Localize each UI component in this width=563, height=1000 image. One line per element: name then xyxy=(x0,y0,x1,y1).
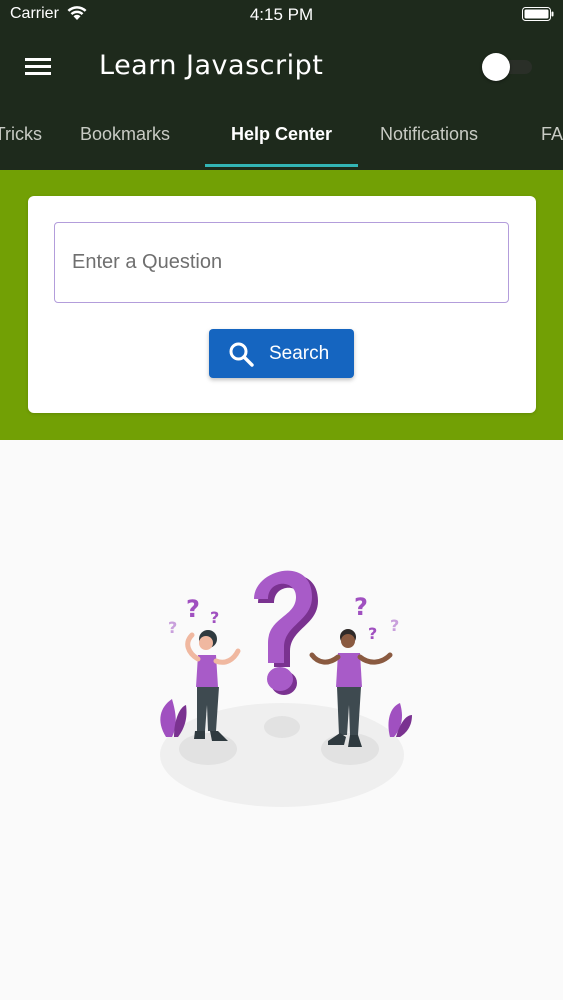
svg-text:?: ? xyxy=(186,595,200,623)
search-button[interactable]: Search xyxy=(209,329,354,378)
search-button-label: Search xyxy=(269,343,330,364)
tab-bookmarks[interactable]: Bookmarks xyxy=(80,106,184,168)
svg-text:?: ? xyxy=(390,616,399,635)
tab-notifications[interactable]: Notifications xyxy=(380,106,500,168)
tab-tricks[interactable]: Tricks xyxy=(0,106,42,168)
theme-toggle-switch[interactable] xyxy=(482,53,534,81)
battery-icon xyxy=(522,7,554,21)
tab-bar: Tricks Bookmarks Help Center Notificatio… xyxy=(0,106,563,168)
search-icon xyxy=(229,342,254,367)
tab-help-center[interactable]: Help Center xyxy=(205,106,358,168)
svg-text:?: ? xyxy=(168,618,177,637)
svg-text:?: ? xyxy=(210,608,219,627)
svg-text:?: ? xyxy=(354,593,368,621)
app-bar: Learn Javascript xyxy=(0,40,563,96)
active-tab-indicator xyxy=(205,164,358,167)
question-input[interactable] xyxy=(54,222,509,303)
tab-faq[interactable]: FAQ xyxy=(541,106,563,168)
hamburger-menu-icon[interactable] xyxy=(24,54,52,78)
status-time: 4:15 PM xyxy=(249,5,314,24)
toggle-thumb xyxy=(482,53,510,81)
app-title: Learn Javascript xyxy=(99,50,324,81)
svg-text:?: ? xyxy=(368,624,377,643)
confused-people-illustration: ? ? ? ? ? ? xyxy=(160,570,412,807)
status-bar: Carrier 4:15 PM xyxy=(0,0,563,30)
app-header: Carrier 4:15 PM Learn Javascript Tricks … xyxy=(0,0,563,170)
